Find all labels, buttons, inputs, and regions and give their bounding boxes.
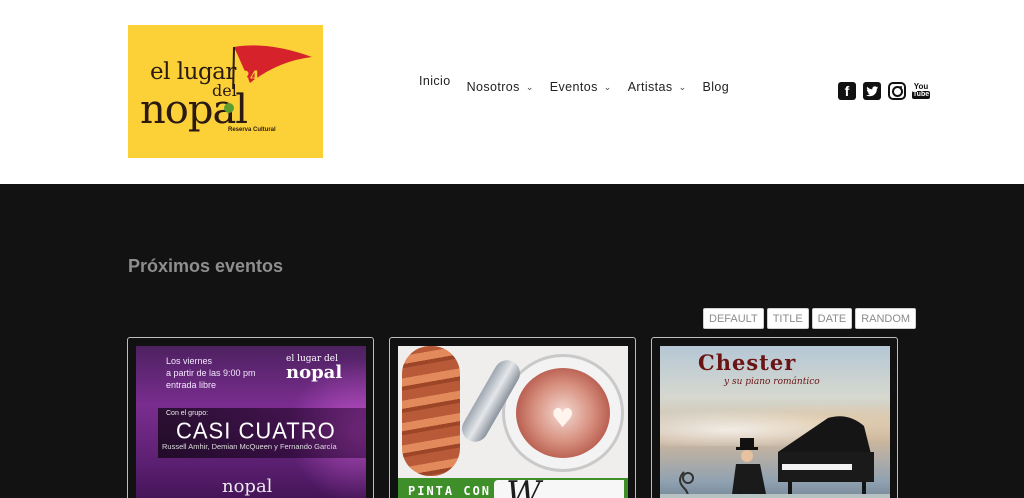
piano-illustration xyxy=(778,416,874,498)
poster-logo-bottom: nopal xyxy=(222,476,273,497)
youtube-icon-text-bottom: Tube xyxy=(911,91,931,99)
poster-text: entrada libre xyxy=(166,380,217,390)
poster-logo: el lugar del nopal xyxy=(286,354,342,382)
logo-badge: 24 años xyxy=(240,69,301,85)
nav-item-artistas[interactable]: Artistas ⌄ xyxy=(628,80,687,94)
nav-item-label: Artistas xyxy=(627,80,673,94)
event-poster-image[interactable]: Chester y su piano romántico xyxy=(660,346,890,498)
sort-random-button[interactable]: RANDOM xyxy=(855,308,917,329)
nav-item-label: Nosotros xyxy=(466,80,520,94)
chevron-down-icon: ⌄ xyxy=(603,81,612,92)
croissant-illustration xyxy=(402,346,460,476)
poster-logo-big: nopal xyxy=(286,362,343,383)
sort-date-button[interactable]: DATE xyxy=(811,308,853,329)
poster-title: Chester xyxy=(698,350,797,375)
sort-title-button[interactable]: TITLE xyxy=(766,308,809,329)
twitter-icon[interactable] xyxy=(863,82,881,100)
instagram-icon[interactable] xyxy=(888,82,906,100)
chevron-down-icon: ⌄ xyxy=(678,81,687,92)
event-card[interactable]: ♥ PINTA CON W xyxy=(389,337,636,498)
stage-floor xyxy=(660,494,890,498)
poster-title: CASI CUATRO xyxy=(176,417,336,444)
sort-buttons: DEFAULT TITLE DATE RANDOM xyxy=(703,308,919,329)
section-title: Próximos eventos xyxy=(128,256,284,276)
poster-subtitle: y su piano romántico xyxy=(724,377,820,387)
poster-script-text: W xyxy=(506,474,541,498)
event-card[interactable]: Los viernes a partir de las 9:00 pm entr… xyxy=(127,337,374,498)
sort-default-button[interactable]: DEFAULT xyxy=(703,308,764,329)
nav-item-inicio[interactable]: Inicio xyxy=(419,74,451,88)
event-poster-image[interactable]: ♥ PINTA CON W xyxy=(398,346,628,498)
logo-tagline: Reserva Cultural xyxy=(228,127,276,133)
poster-banner-text: PINTA CON xyxy=(408,484,492,498)
nav-item-label: Blog xyxy=(702,80,730,94)
nav-item-label: Eventos xyxy=(549,80,598,94)
youtube-icon[interactable]: You Tube xyxy=(911,82,931,100)
nav-item-label: Inicio xyxy=(419,74,451,88)
nav-item-eventos[interactable]: Eventos ⌄ xyxy=(550,80,612,94)
nav-item-blog[interactable]: Blog xyxy=(703,80,730,94)
site-logo[interactable]: 24 años el lugar del nopal Reserva Cultu… xyxy=(128,25,323,158)
cactus-icon xyxy=(224,103,234,113)
main-nav: Inicio Nosotros ⌄ Eventos ⌄ Artistas ⌄ B… xyxy=(419,74,745,94)
facebook-icon[interactable]: f xyxy=(838,82,856,100)
event-card[interactable]: Chester y su piano romántico xyxy=(651,337,898,498)
heart-icon: ♥ xyxy=(551,404,575,434)
site-header: 24 años el lugar del nopal Reserva Cultu… xyxy=(0,0,1024,184)
pianist-illustration xyxy=(732,438,766,498)
poster-group-label: Con el grupo: xyxy=(166,410,209,417)
nav-item-nosotros[interactable]: Nosotros ⌄ xyxy=(467,80,534,94)
poster-text: Los viernes xyxy=(166,356,213,366)
chevron-down-icon: ⌄ xyxy=(525,81,534,92)
poster-names: Russell Amhir, Demian McQueen y Fernando… xyxy=(162,442,337,451)
event-poster-image[interactable]: Los viernes a partir de las 9:00 pm entr… xyxy=(136,346,366,498)
social-links: f You Tube xyxy=(838,82,936,100)
poster-text: a partir de las 9:00 pm xyxy=(166,368,256,378)
youtube-icon-text-top: You xyxy=(913,82,929,91)
